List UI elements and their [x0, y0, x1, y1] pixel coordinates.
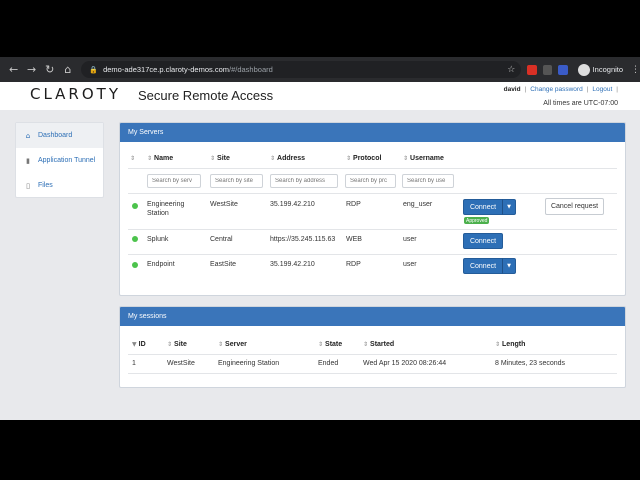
cancel-request-button[interactable]: Cancel request — [545, 198, 604, 215]
column-header-state[interactable]: ⇕ State — [318, 341, 342, 348]
column-header-length[interactable]: ⇕ Length — [495, 341, 525, 348]
status-online-icon — [132, 203, 138, 209]
reload-icon[interactable]: ↻ — [42, 62, 57, 78]
connect-button[interactable]: Connect — [463, 258, 503, 274]
incognito-label: Incognito — [592, 65, 624, 74]
home-icon: ⌂ — [25, 131, 31, 140]
server-site: Central — [210, 236, 233, 243]
browser-menu-icon[interactable]: ⋮ — [631, 65, 640, 75]
server-site: WestSite — [210, 201, 238, 208]
session-length: 8 Minutes, 23 seconds — [495, 360, 566, 367]
server-address: https://35.245.115.63 — [270, 236, 336, 243]
server-protocol: WEB — [346, 236, 362, 243]
server-protocol: RDP — [346, 201, 361, 208]
server-name[interactable]: Splunk — [147, 235, 168, 244]
chevron-down-icon[interactable]: ▼ — [502, 199, 516, 215]
user-menu: david | Change password | Logout | — [503, 86, 618, 93]
column-header-site[interactable]: ⇕ Site — [167, 341, 187, 348]
app-header: CLAROTY Secure Remote Access david | Cha… — [0, 82, 640, 110]
server-name[interactable]: Engineering Station — [147, 200, 184, 218]
timezone-note: All times are UTC-07:00 — [543, 100, 618, 107]
session-id: 1 — [132, 360, 136, 367]
server-username: user — [403, 261, 417, 268]
approved-badge: Approved — [464, 217, 490, 224]
status-online-icon — [132, 262, 138, 268]
servers-panel-title: My Servers — [120, 123, 625, 142]
server-name[interactable]: Endpoint — [147, 260, 175, 269]
extension-icon[interactable] — [542, 64, 553, 75]
sidebar-item-label: Files — [38, 182, 53, 189]
claroty-logo: CLAROTY — [30, 85, 121, 103]
lock-icon: 🔒 — [89, 65, 99, 74]
connect-button[interactable]: Connect — [463, 233, 503, 249]
server-username: eng_user — [403, 201, 433, 208]
incognito-indicator[interactable]: Incognito — [577, 63, 624, 76]
session-started: Wed Apr 15 2020 08:26:44 — [363, 360, 447, 367]
page-title: Secure Remote Access — [138, 88, 274, 103]
sessions-panel: My sessions ▼ ID ⇕ Site ⇕ Server ⇕ State ⇕ St… — [119, 306, 626, 388]
forward-icon[interactable]: → — [24, 62, 39, 78]
column-header-server[interactable]: ⇕ Server — [218, 341, 247, 348]
filter-site-input[interactable] — [210, 174, 263, 188]
change-password-link[interactable]: Change password — [530, 86, 582, 93]
sidebar-item-dashboard[interactable]: ⌂ Dashboard — [16, 123, 103, 148]
status-online-icon — [132, 236, 138, 242]
connect-button[interactable]: Connect — [463, 199, 503, 215]
incognito-avatar-icon — [577, 63, 590, 76]
column-header-address[interactable]: ⇕ Address — [270, 155, 305, 162]
sidebar-item-label: Dashboard — [38, 132, 73, 139]
filter-name-input[interactable] — [147, 174, 201, 188]
column-header-started[interactable]: ⇕ Started — [363, 341, 394, 348]
sidebar-item-application-tunnel[interactable]: ▮ Application Tunnel — [16, 148, 103, 173]
filter-protocol-input[interactable] — [345, 174, 396, 188]
server-address: 35.199.42.210 — [270, 261, 315, 268]
sidebar-item-label: Application Tunnel — [38, 157, 96, 164]
url-path: /#/dashboard — [229, 65, 273, 74]
app-body: CLAROTY Secure Remote Access david | Cha… — [0, 82, 640, 420]
username: david — [503, 86, 521, 93]
logout-link[interactable]: Logout — [592, 86, 612, 93]
screen: ← → ↻ ⌂ 🔒 demo-ade317ce.p.claroty-demos.… — [0, 0, 640, 480]
session-server: Engineering Station — [218, 360, 280, 367]
column-header-username[interactable]: ⇕ Username — [403, 155, 444, 162]
tunnel-icon: ▮ — [26, 156, 30, 165]
server-site: EastSite — [210, 261, 237, 268]
session-site: WestSite — [167, 360, 195, 367]
bookmark-star-icon[interactable]: ☆ — [507, 65, 515, 75]
server-username: user — [403, 236, 417, 243]
browser-toolbar: ← → ↻ ⌂ 🔒 demo-ade317ce.p.claroty-demos.… — [0, 57, 640, 82]
sidebar: ⌂ Dashboard ▮ Application Tunnel ▯ Files — [15, 122, 104, 198]
column-header-name[interactable]: ⇕ Name — [147, 155, 173, 162]
sidebar-item-files[interactable]: ▯ Files — [16, 173, 103, 198]
column-header-id[interactable]: ▼ ID — [132, 341, 146, 348]
extension-icon[interactable] — [558, 64, 568, 75]
filter-address-input[interactable] — [270, 174, 338, 188]
extension-icon[interactable] — [527, 64, 537, 75]
back-icon[interactable]: ← — [6, 62, 21, 78]
column-header-protocol[interactable]: ⇕ Protocol — [346, 155, 381, 162]
file-icon: ▯ — [26, 181, 30, 190]
server-address: 35.199.42.210 — [270, 201, 315, 208]
address-bar[interactable]: 🔒 demo-ade317ce.p.claroty-demos.com/#/da… — [81, 61, 522, 78]
url-host: demo-ade317ce.p.claroty-demos.com — [103, 65, 229, 74]
chevron-down-icon[interactable]: ▼ — [502, 258, 516, 274]
servers-panel: My Servers ⇕ ⇕ Name ⇕ Site ⇕ Address ⇕ Proto… — [119, 122, 626, 296]
sessions-panel-title: My sessions — [120, 307, 625, 326]
session-state: Ended — [318, 360, 339, 367]
sort-all-icon[interactable]: ⇕ — [130, 155, 137, 162]
server-protocol: RDP — [346, 261, 361, 268]
column-header-site[interactable]: ⇕ Site — [210, 155, 230, 162]
filter-username-input[interactable] — [402, 174, 454, 188]
home-page-icon[interactable]: ⌂ — [60, 62, 75, 78]
